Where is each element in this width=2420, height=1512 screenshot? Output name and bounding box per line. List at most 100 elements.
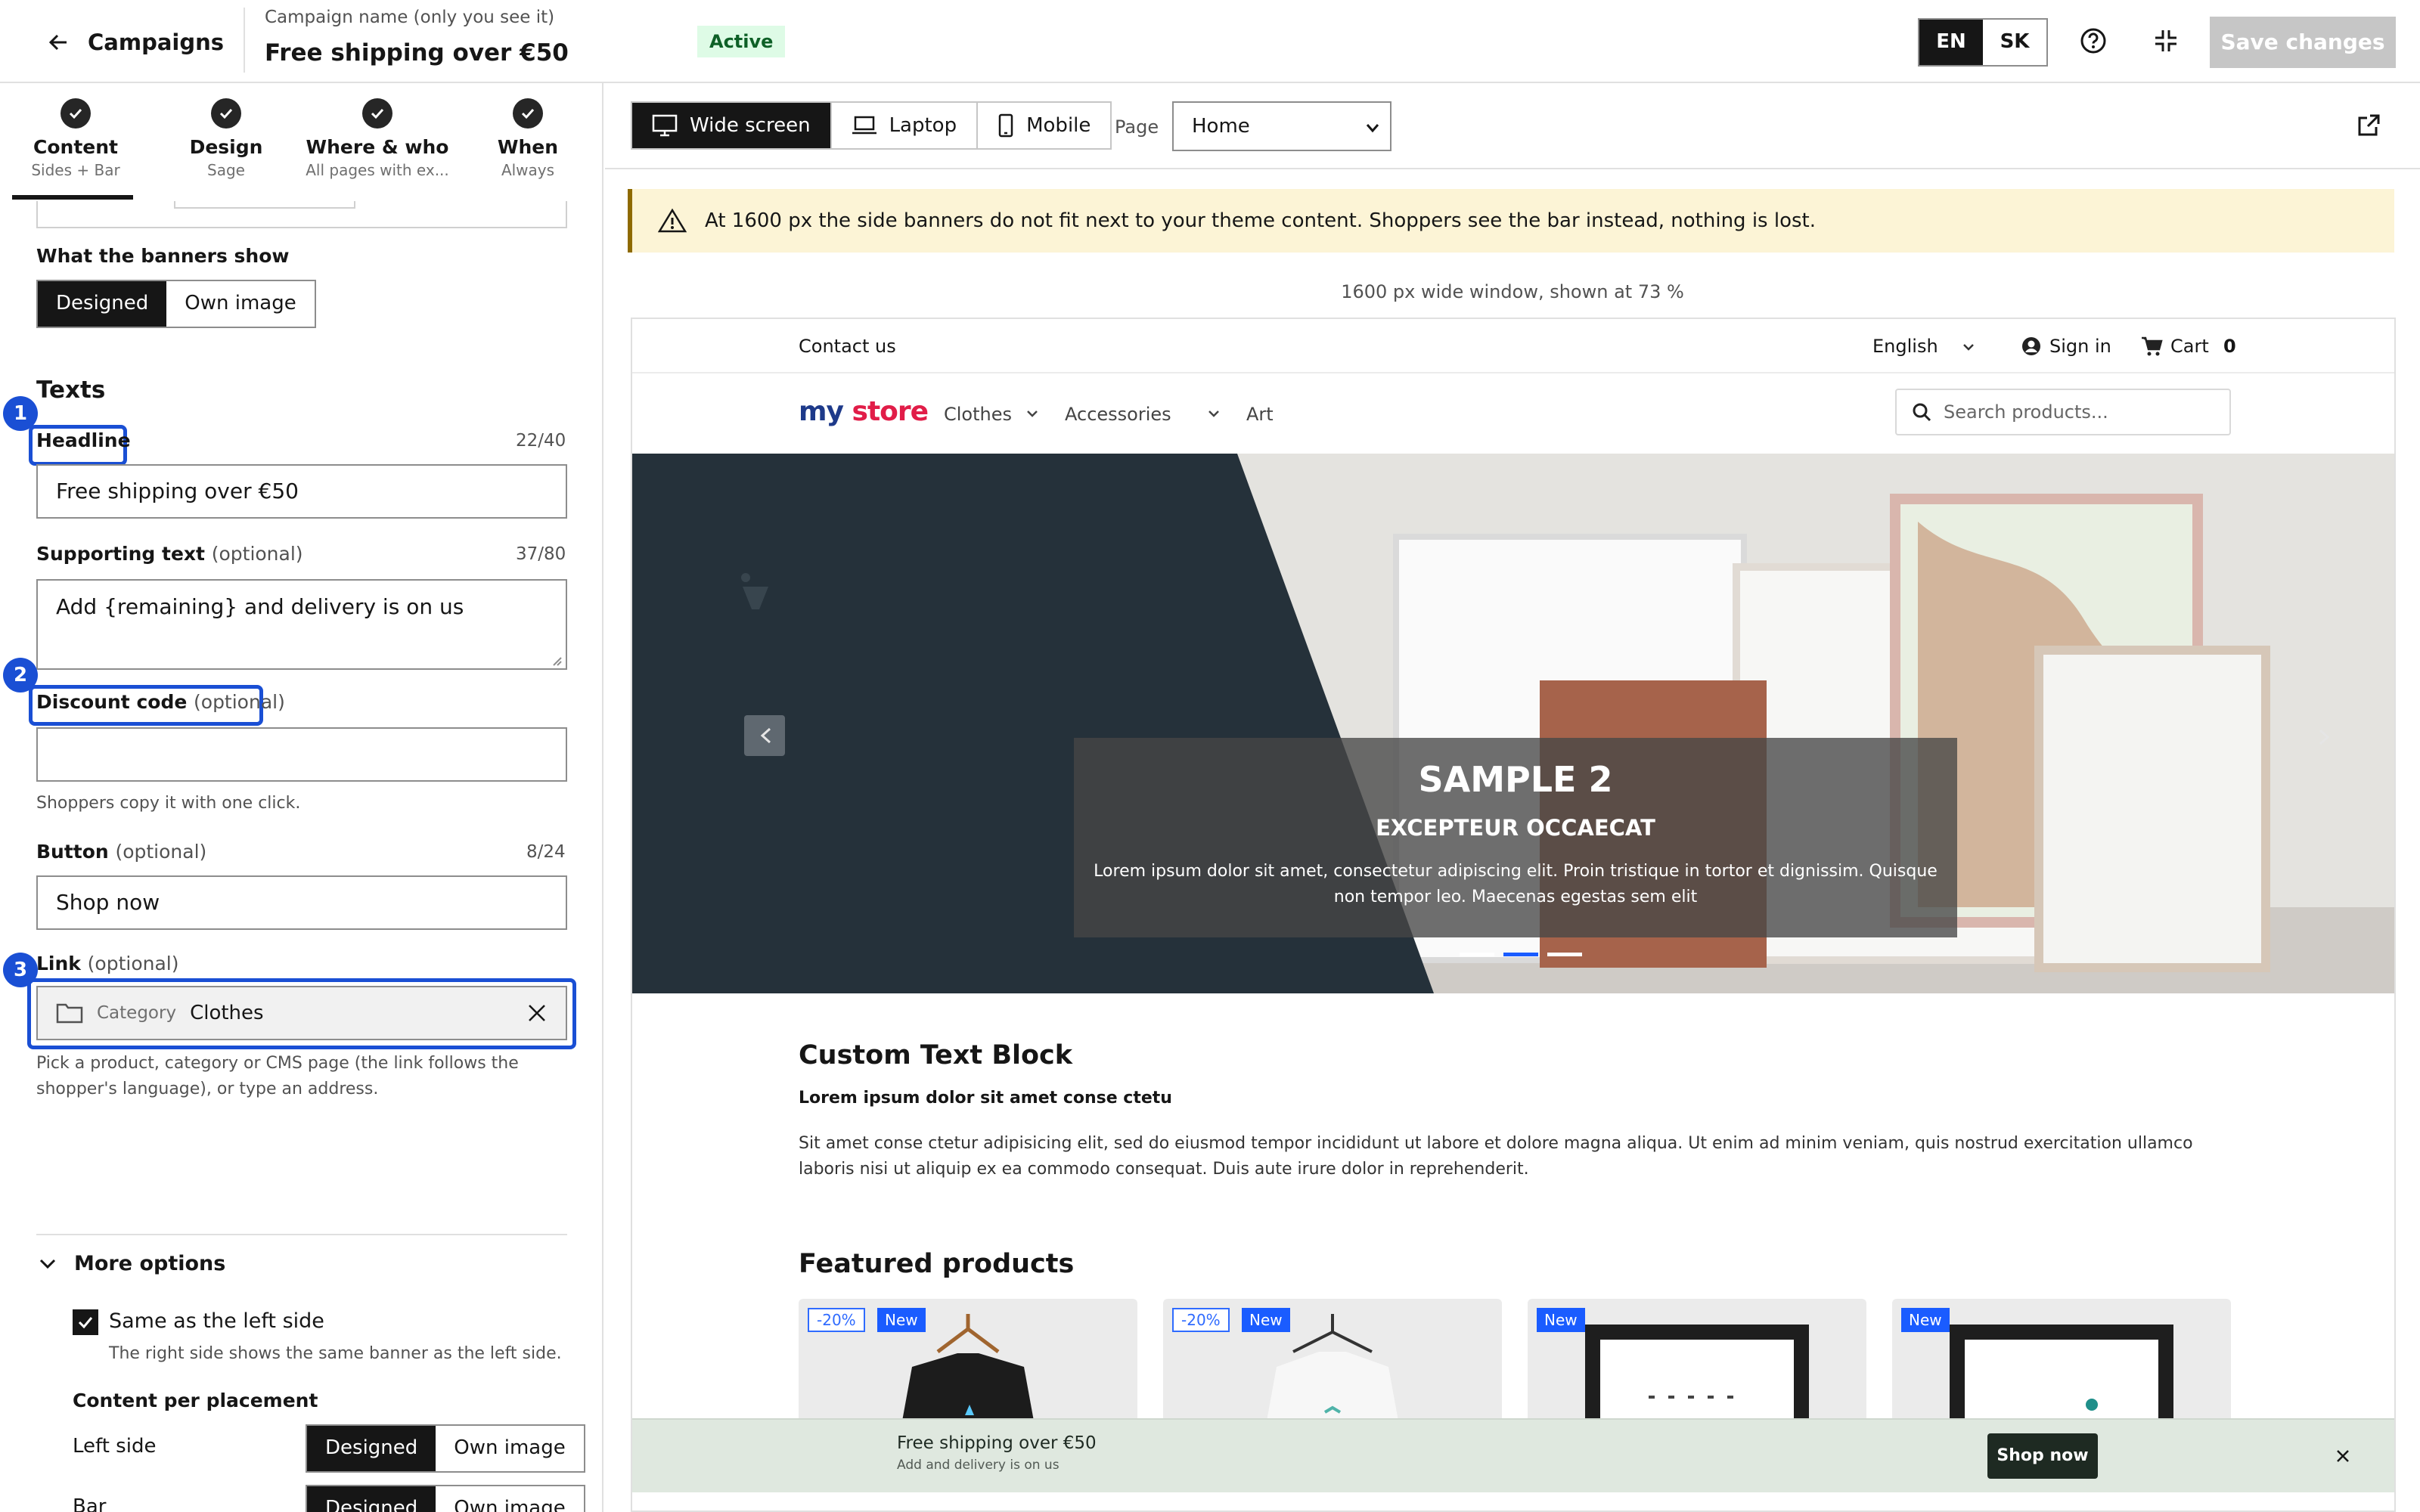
step-where-who[interactable]: Where & who All pages with ex... <box>306 98 449 179</box>
device-laptop[interactable]: Laptop <box>832 103 979 148</box>
optional-hint: (optional) <box>211 543 303 565</box>
store-contact-link[interactable]: Contact us <box>799 336 896 357</box>
custom-text-title: Custom Text Block <box>799 1040 1073 1070</box>
button-text-input[interactable]: Shop now <box>36 875 567 930</box>
search-icon <box>1913 403 1931 422</box>
back-label: Campaigns <box>88 29 225 55</box>
store-nav-accessories[interactable]: Accessories <box>1065 404 1171 425</box>
store-cart-link[interactable]: Cart <box>2170 336 2209 357</box>
featured-products-title: Featured products <box>799 1249 1075 1279</box>
link-helper-line-1: Pick a product, category or CMS page (th… <box>36 1054 519 1073</box>
banners-own-image-option[interactable]: Own image <box>166 281 314 327</box>
content-per-placement-heading: Content per placement <box>73 1390 318 1411</box>
back-to-campaigns-button[interactable]: Campaigns <box>47 26 224 59</box>
store-nav-art[interactable]: Art <box>1246 404 1274 425</box>
slide-text-line-2: non tempor leo. Maecenas egestas sem eli… <box>1333 888 1698 906</box>
warning-text: At 1600 px the side banners do not fit n… <box>705 209 1816 232</box>
close-icon[interactable] <box>2335 1448 2350 1464</box>
warning-icon <box>658 208 687 233</box>
divider <box>244 8 245 73</box>
device-label: Wide screen <box>690 114 811 137</box>
link-value: Clothes <box>190 1002 264 1024</box>
discount-code-label-text: Discount code <box>36 691 188 713</box>
optional-hint: (optional) <box>194 691 285 713</box>
headline-input[interactable]: Free shipping over €50 <box>36 464 567 519</box>
supporting-text-label-text: Supporting text <box>36 543 205 565</box>
device-label: Mobile <box>1026 114 1091 137</box>
device-switcher: Wide screen Laptop Mobile <box>631 101 1112 150</box>
same-as-left-helper: The right side shows the same banner as … <box>109 1344 562 1363</box>
top-bar: Campaigns Campaign name (only you see it… <box>0 0 2420 83</box>
headline-counter: 22/40 <box>516 431 566 451</box>
custom-text-subtitle: Lorem ipsum dolor sit amet conse ctetu <box>799 1089 1172 1108</box>
link-picker[interactable]: Category Clothes <box>36 986 567 1040</box>
step-subtitle: Sage <box>207 161 245 179</box>
new-badge: New <box>1242 1308 1290 1332</box>
user-icon <box>2022 337 2040 355</box>
left-side-designed-option[interactable]: Designed <box>307 1426 436 1471</box>
supporting-text-input[interactable]: Add {remaining} and delivery is on us <box>36 579 567 670</box>
banners-designed-option[interactable]: Designed <box>38 281 167 327</box>
step-when[interactable]: When Always <box>484 98 572 179</box>
promo-bar-shop-now-button[interactable]: Shop now <box>1987 1433 2098 1479</box>
check-icon <box>60 98 91 129</box>
collapse-icon[interactable] <box>2151 26 2181 56</box>
store-language-select[interactable]: English <box>1872 336 1938 357</box>
step-content[interactable]: Content Sides + Bar <box>30 98 121 179</box>
check-icon <box>211 98 241 129</box>
store-sign-in-link[interactable]: Sign in <box>2049 336 2111 357</box>
campaign-name-label: Campaign name (only you see it) <box>265 8 555 27</box>
mobile-icon <box>998 113 1013 138</box>
new-badge: New <box>877 1308 926 1332</box>
laptop-icon <box>852 116 876 135</box>
chevron-down-icon <box>1366 124 1379 133</box>
more-options-label: More options <box>74 1252 226 1275</box>
left-side-label: Left side <box>73 1435 157 1458</box>
device-wide-screen[interactable]: Wide screen <box>632 103 832 148</box>
left-side-own-image-option[interactable]: Own image <box>436 1426 583 1471</box>
open-external-icon[interactable] <box>2355 112 2382 139</box>
discount-badge: -20% <box>1172 1308 1230 1332</box>
bar-designed-option[interactable]: Designed <box>307 1486 436 1512</box>
same-as-left-checkbox[interactable] <box>73 1309 98 1335</box>
device-mobile[interactable]: Mobile <box>978 103 1110 148</box>
link-helper-line-2: shopper's language), or type an address. <box>36 1080 379 1098</box>
store-search-input[interactable]: Search products... <box>1895 389 2231 435</box>
lang-sk-button[interactable]: SK <box>1983 20 2046 65</box>
slide-text-line-1: Lorem ipsum dolor sit amet, consectetur … <box>1094 862 1938 881</box>
discount-code-input[interactable] <box>36 727 567 782</box>
help-icon[interactable] <box>2078 26 2108 56</box>
banners-show-label: What the banners show <box>36 245 290 267</box>
more-options-toggle[interactable]: More options <box>36 1252 225 1275</box>
status-badge: Active <box>697 26 786 57</box>
annotation-marker: 1 <box>3 396 38 431</box>
resize-handle-icon[interactable] <box>551 655 563 667</box>
active-step-indicator <box>12 195 133 200</box>
save-changes-button[interactable]: Save changes <box>2210 17 2396 68</box>
step-design[interactable]: Design Sage <box>177 98 275 179</box>
custom-text-line-2: laboris nisi ut aliquip ex ea commodo co… <box>799 1160 1529 1179</box>
campaign-name[interactable]: Free shipping over €50 <box>265 39 569 67</box>
same-as-left-label[interactable]: Same as the left side <box>109 1309 324 1333</box>
close-icon[interactable] <box>526 1002 548 1024</box>
discount-code-label: Discount code (optional) <box>36 691 285 713</box>
bar-label: Bar <box>73 1495 107 1512</box>
link-label-text: Link <box>36 953 81 974</box>
device-label: Laptop <box>889 114 957 137</box>
scrolled-field-edge <box>174 201 355 209</box>
discount-code-helper: Shoppers copy it with one click. <box>36 794 301 813</box>
lang-en-button[interactable]: EN <box>1919 20 1983 65</box>
step-title: Content <box>33 136 118 158</box>
divider <box>36 1234 567 1235</box>
bar-own-image-option[interactable]: Own image <box>436 1486 583 1512</box>
page-select[interactable]: Home <box>1172 101 1392 151</box>
store-logo-part: my <box>799 396 844 427</box>
link-type: Category <box>97 1003 177 1023</box>
warning-notification: At 1600 px the side banners do not fit n… <box>628 189 2394 253</box>
store-nav-clothes[interactable]: Clothes <box>944 404 1012 425</box>
texts-heading: Texts <box>36 376 106 404</box>
monitor-icon <box>652 114 678 137</box>
store-logo[interactable]: my store <box>799 396 929 427</box>
chevron-down-icon <box>1208 411 1219 417</box>
new-badge: New <box>1901 1308 1950 1332</box>
